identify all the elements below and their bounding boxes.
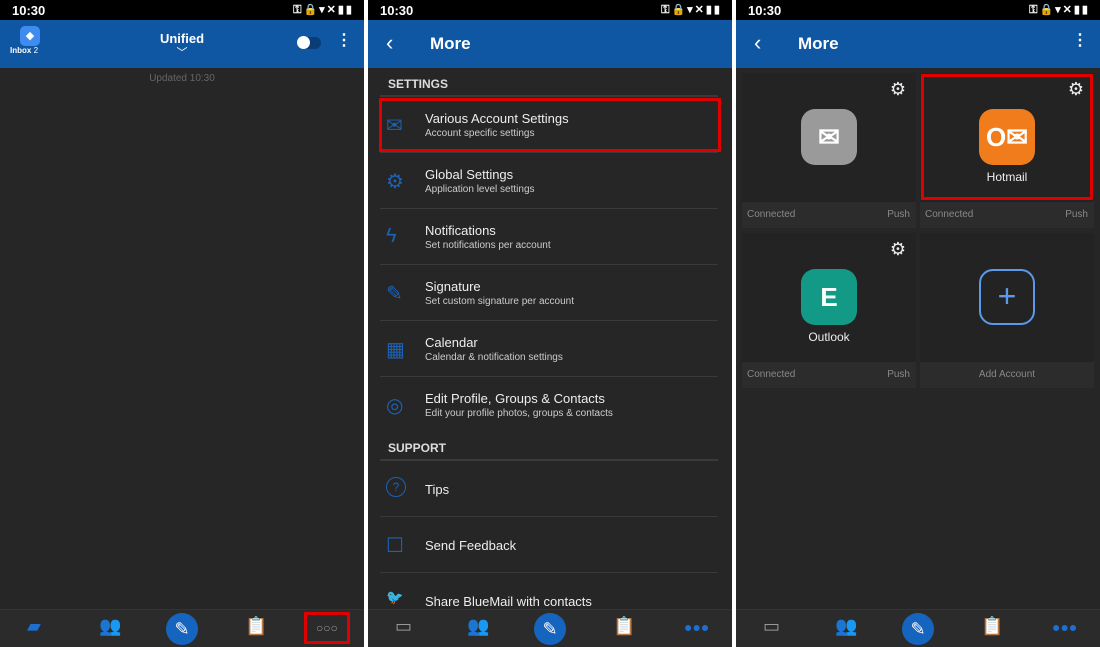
account-sync-mode: Push xyxy=(887,209,910,220)
compose-button[interactable]: ✎ xyxy=(166,613,198,645)
item-title: Signature xyxy=(425,279,481,294)
clock: 10:30 xyxy=(748,3,782,18)
status-icons: ⚿🔒▾✕▮▮ xyxy=(293,4,354,16)
pen-icon: ✎ xyxy=(386,283,403,305)
item-title: Tips xyxy=(425,482,450,497)
account-sync-mode: Push xyxy=(1065,209,1088,220)
tasks-icon[interactable]: 📋 xyxy=(613,616,635,637)
page-title: More xyxy=(430,34,471,53)
clock: 10:30 xyxy=(12,3,46,18)
menu-item-send-feedback[interactable]: ☐ Send Feedback xyxy=(380,517,718,573)
app-header: ‹ More xyxy=(368,20,732,68)
menu-item-edit-profile[interactable]: ◎ Edit Profile, Groups & Contacts Edit you… xyxy=(380,377,718,433)
contacts-icon[interactable]: 👥 xyxy=(835,616,857,637)
highlight-hotmail xyxy=(921,74,1093,200)
feedback-icon: ☐ xyxy=(386,535,404,557)
tasks-icon[interactable]: 📋 xyxy=(981,616,1003,637)
app-header: ◆ Inbox 2 Unified ﹀ ⋮ xyxy=(0,20,364,68)
bottom-nav: ▭ 👥 ✎ 📋 ●●● xyxy=(368,609,732,647)
menu-item-global-settings[interactable]: ⚙ Global Settings Application level settin… xyxy=(380,153,718,209)
status-icons: ⚿🔒▾✕▮▮ xyxy=(1029,4,1090,16)
item-title: Global Settings xyxy=(425,167,514,182)
gear-icon: ⚙ xyxy=(386,171,404,193)
menu-item-tips[interactable]: ? Tips xyxy=(380,461,718,517)
back-icon[interactable]: ‹ xyxy=(386,30,393,56)
help-icon: ? xyxy=(386,477,406,497)
highlight-account-settings xyxy=(379,98,721,152)
status-bar: 10:30 ⚿🔒▾✕▮▮ xyxy=(368,0,732,20)
lightning-icon: ϟ xyxy=(386,225,397,247)
gear-icon[interactable]: ⚙ xyxy=(890,239,906,260)
exchange-icon: E xyxy=(801,269,857,325)
overflow-menu-icon[interactable]: ⋮ xyxy=(336,33,352,49)
item-subtitle: Set notifications per account xyxy=(425,240,551,251)
item-subtitle: Application level settings xyxy=(425,184,535,195)
gear-icon[interactable]: ⚙ xyxy=(890,79,906,100)
toggle-switch[interactable] xyxy=(297,36,321,49)
account-sync-mode: Push xyxy=(887,369,910,380)
status-bar: 10:30 ⚿🔒▾✕▮▮ xyxy=(0,0,364,20)
account-tile-outlook[interactable]: ⚙ E Outlook Connected Push xyxy=(742,233,916,388)
contacts-icon[interactable]: 👥 xyxy=(467,616,489,637)
inbox-panel: 10:30 ⚿🔒▾✕▮▮ ◆ Inbox 2 Unified ﹀ ⋮ Update… xyxy=(0,0,364,647)
mail-icon: ✉ xyxy=(801,109,857,165)
compose-button[interactable]: ✎ xyxy=(534,613,566,645)
twitter-icon: 🐦 xyxy=(386,589,404,605)
item-title: Send Feedback xyxy=(425,538,517,553)
account-status: Connected xyxy=(925,209,974,220)
add-account-label: Add Account xyxy=(978,369,1036,380)
contacts-icon[interactable]: 👥 xyxy=(99,616,121,637)
inbox-icon[interactable]: ▰ xyxy=(27,616,41,637)
menu-item-notifications[interactable]: ϟ Notifications Set notifications per acco… xyxy=(380,209,718,265)
support-header: SUPPORT xyxy=(388,441,447,455)
overflow-menu-icon[interactable]: ⋮ xyxy=(1072,33,1088,49)
account-status: Connected xyxy=(747,369,796,380)
account-name: Outlook xyxy=(808,330,850,344)
item-title: Edit Profile, Groups & Contacts xyxy=(425,391,605,406)
account-status: Connected xyxy=(747,209,796,220)
item-subtitle: Set custom signature per account xyxy=(425,296,574,307)
menu-item-signature[interactable]: ✎ Signature Set custom signature per accou… xyxy=(380,265,718,321)
add-account-tile[interactable]: + Add Account xyxy=(920,233,1094,388)
account-tile[interactable]: ⚙ ✉ Connected Push xyxy=(742,73,916,228)
settings-header: SETTINGS xyxy=(388,77,449,91)
bottom-nav: ▭ 👥 ✎ 📋 ●●● xyxy=(736,609,1100,647)
inbox-icon[interactable]: ▭ xyxy=(763,616,780,637)
plus-icon: + xyxy=(979,269,1035,325)
page-title: More xyxy=(798,34,839,53)
inbox-icon[interactable]: ▭ xyxy=(395,616,412,637)
tasks-icon[interactable]: 📋 xyxy=(245,616,267,637)
updated-label: Updated 10:30 xyxy=(149,73,215,84)
item-subtitle: Edit your profile photos, groups & conta… xyxy=(425,408,613,419)
item-subtitle: Calendar & notification settings xyxy=(425,352,563,363)
item-title: Calendar xyxy=(425,335,478,350)
highlight-more xyxy=(304,612,350,644)
item-title: Share BlueMail with contacts xyxy=(425,594,592,609)
clock: 10:30 xyxy=(380,3,414,18)
profile-icon: ◎ xyxy=(386,395,404,417)
menu-item-calendar[interactable]: ▦ Calendar Calendar & notification setting… xyxy=(380,321,718,377)
back-icon[interactable]: ‹ xyxy=(754,30,761,56)
app-header: ‹ More ⋮ xyxy=(736,20,1100,68)
compose-button[interactable]: ✎ xyxy=(902,613,934,645)
accounts-panel: 10:30 ⚿🔒▾✕▮▮ ‹ More ⋮ ⚙ ✉ Connected Push ⚙ O… xyxy=(736,0,1100,647)
status-icons: ⚿🔒▾✕▮▮ xyxy=(661,4,722,16)
item-title: Notifications xyxy=(425,223,496,238)
calendar-icon: ▦ xyxy=(386,339,405,361)
status-bar: 10:30 ⚿🔒▾✕▮▮ xyxy=(736,0,1100,20)
more-panel: 10:30 ⚿🔒▾✕▮▮ ‹ More SETTINGS ✉ Various Acco… xyxy=(368,0,732,647)
more-icon[interactable]: ●●● xyxy=(684,619,709,635)
more-icon[interactable]: ●●● xyxy=(1052,619,1077,635)
